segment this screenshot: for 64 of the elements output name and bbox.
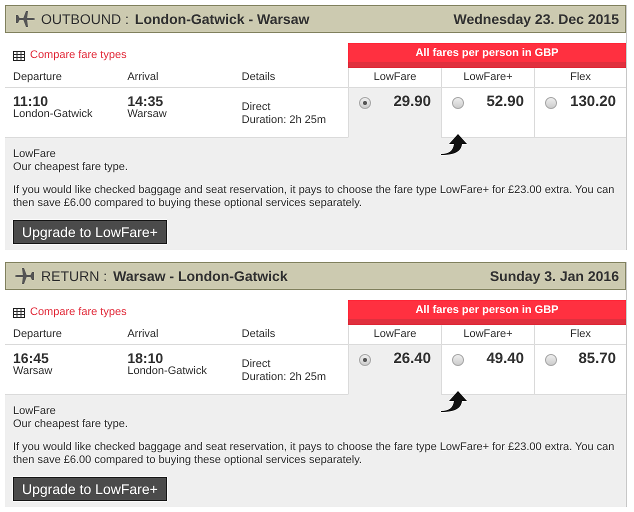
fare-option[interactable]: 130.20 <box>534 88 626 138</box>
airplane-icon <box>15 11 35 27</box>
column-header: Details <box>240 71 276 84</box>
trip-date: Wednesday 23. Dec 2015 <box>453 12 619 26</box>
fare-option[interactable]: 52.90 <box>441 88 534 138</box>
fare-type-link[interactable]: LowFare <box>374 71 416 83</box>
radio-button[interactable] <box>545 354 557 366</box>
fare-option[interactable]: 85.70 <box>534 345 626 395</box>
table-icon <box>13 308 25 318</box>
fare-type-link[interactable]: Flex <box>570 328 591 340</box>
radio-button[interactable] <box>452 97 464 109</box>
airport-name: Warsaw <box>127 108 167 120</box>
fare-option[interactable]: 29.90 <box>348 88 441 138</box>
upgrade-button[interactable]: Upgrade to LowFare+ <box>13 220 167 244</box>
stops-text: Direct <box>242 358 272 371</box>
radio-button[interactable] <box>359 97 371 109</box>
fare-type-link[interactable]: LowFare <box>374 328 416 340</box>
route-title: London-Gatwick - Warsaw <box>134 12 310 26</box>
fare-name: LowFare <box>13 148 57 161</box>
direction-label: OUTBOUND : <box>41 12 129 26</box>
radio-button[interactable] <box>359 354 371 366</box>
fare-description: Our cheapest fare type. <box>13 418 129 431</box>
flight-time: 18:10 <box>127 352 164 365</box>
route-title: Warsaw - London-Gatwick <box>113 270 288 282</box>
flight-time: 11:10 <box>13 95 50 108</box>
stops-text: Direct <box>242 101 272 114</box>
duration-text: Duration: 2h 25m <box>242 114 328 127</box>
column-header: Departure <box>12 71 63 84</box>
column-header: Arrival <box>126 328 160 341</box>
column-header: Details <box>240 328 276 341</box>
compare-link[interactable]: Compare fare types <box>30 49 127 62</box>
direction-label: RETURN : <box>41 270 108 282</box>
fare-type-link[interactable]: Flex <box>570 71 591 83</box>
flight-time: 16:45 <box>13 352 50 365</box>
fare-banner: All fares per person in GBP <box>348 43 626 68</box>
fare-price: 26.40 <box>393 352 431 365</box>
fare-price: 49.40 <box>486 352 524 365</box>
trip-date: Sunday 3. Jan 2016 <box>490 270 619 282</box>
column-header: Arrival <box>126 71 160 84</box>
flight-time: 14:35 <box>127 95 164 108</box>
fare-price: 52.90 <box>486 95 524 108</box>
radio-button[interactable] <box>545 97 557 109</box>
upgrade-text: If you would like checked baggage and seat reservation, it pays to choose the fare type LowFare+ for £23.00 extra. You can then save £6.00 compared to buying these optional services separately. <box>13 441 616 467</box>
table-icon <box>13 50 25 60</box>
upgrade-text: If you would like checked baggage and seat reservation, it pays to choose the fare type LowFare+ for £23.00 extra. You can then save £6.00 compared to buying these optional services separately. <box>13 184 616 210</box>
fare-price: 85.70 <box>578 352 616 365</box>
column-header: Departure <box>12 328 63 341</box>
fare-option[interactable]: 49.40 <box>441 345 534 395</box>
fare-banner: All fares per person in GBP <box>348 300 626 325</box>
fare-option[interactable]: 26.40 <box>348 345 441 395</box>
radio-button[interactable] <box>452 354 464 366</box>
fare-type-link[interactable]: LowFare+ <box>463 71 513 83</box>
duration-text: Duration: 2h 25m <box>242 371 328 384</box>
airport-name: Warsaw <box>13 365 52 377</box>
fare-type-link[interactable]: LowFare+ <box>463 328 513 340</box>
upgrade-button[interactable]: Upgrade to LowFare+ <box>13 477 167 501</box>
airport-name: London-Gatwick <box>127 365 207 377</box>
fare-description: Our cheapest fare type. <box>13 161 129 174</box>
fare-price: 29.90 <box>393 95 431 108</box>
compare-link[interactable]: Compare fare types <box>30 306 127 319</box>
fare-price: 130.20 <box>570 95 616 108</box>
airport-name: London-Gatwick <box>13 108 92 120</box>
fare-name: LowFare <box>13 405 57 418</box>
airplane-icon <box>15 268 35 284</box>
